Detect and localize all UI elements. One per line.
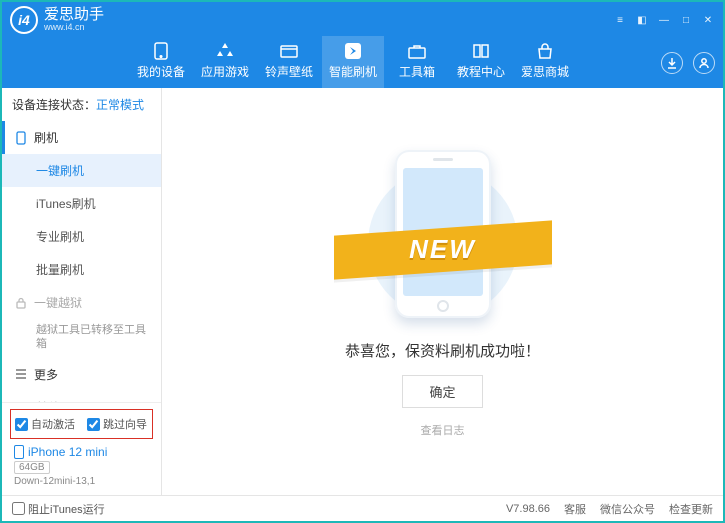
- device-card[interactable]: iPhone 12 mini 64GB Down-12mini-13,1: [10, 439, 153, 489]
- section-flash[interactable]: 刷机: [2, 121, 161, 154]
- jailbreak-note: 越狱工具已转移至工具箱: [2, 319, 161, 358]
- toolbox-icon: [407, 42, 427, 60]
- nav-label: 铃声壁纸: [265, 63, 313, 80]
- minimize-icon[interactable]: —: [657, 13, 671, 27]
- checkbox-input[interactable]: [15, 418, 28, 431]
- sidebar-item-batch-flash[interactable]: 批量刷机: [2, 253, 161, 286]
- phone-icon: [151, 42, 171, 60]
- checkbox-block-itunes[interactable]: 阻止iTunes运行: [12, 501, 105, 517]
- sidebar: 设备连接状态：正常模式 刷机 一键刷机 iTunes刷机 专业刷机 批量刷机 一…: [2, 88, 162, 495]
- nav-label: 爱思商城: [521, 63, 569, 80]
- tab-toolbox[interactable]: 工具箱: [386, 36, 448, 88]
- nav-label: 应用游戏: [201, 63, 249, 80]
- tab-ringtones-wallpapers[interactable]: 铃声壁纸: [258, 36, 320, 88]
- sidebar-item-oneclick-flash[interactable]: 一键刷机: [2, 154, 161, 187]
- phone-illustration: NEW: [368, 146, 518, 326]
- apps-icon: [215, 42, 235, 60]
- flash-icon: [343, 42, 363, 60]
- user-button[interactable]: [693, 52, 715, 74]
- checkbox-label: 跳过向导: [103, 416, 147, 432]
- tab-store[interactable]: 爱思商城: [514, 36, 576, 88]
- body: 设备连接状态：正常模式 刷机 一键刷机 iTunes刷机 专业刷机 批量刷机 一…: [2, 88, 723, 495]
- checkbox-label: 阻止iTunes运行: [28, 501, 105, 517]
- status-value: 正常模式: [96, 98, 144, 112]
- window-controls: ≡ ◧ — □ ✕: [613, 13, 715, 27]
- checkbox-label: 自动激活: [31, 416, 75, 432]
- maximize-icon[interactable]: □: [679, 13, 693, 27]
- update-link[interactable]: 检查更新: [669, 501, 713, 517]
- success-message: 恭喜您，保资料刷机成功啦！: [345, 340, 540, 361]
- store-icon: [535, 42, 555, 60]
- more-icon: [14, 367, 28, 381]
- ok-button[interactable]: 确定: [402, 375, 482, 408]
- success-hero: NEW 恭喜您，保资料刷机成功啦！ 确定 查看日志: [162, 88, 723, 495]
- app-window: i4 爱思助手 www.i4.cn ≡ ◧ — □ ✕ 我的设备: [0, 0, 725, 523]
- footer: 阻止iTunes运行 V7.98.66 客服 微信公众号 检查更新: [2, 495, 723, 521]
- tab-tutorials[interactable]: 教程中心: [450, 36, 512, 88]
- nav-label: 智能刷机: [329, 63, 377, 80]
- checkbox-group: 自动激活 跳过向导: [10, 409, 153, 439]
- tab-my-device[interactable]: 我的设备: [130, 36, 192, 88]
- app-url: www.i4.cn: [44, 23, 104, 33]
- section-label: 刷机: [34, 129, 58, 146]
- ribbon-text: NEW: [409, 234, 476, 265]
- logo-icon: i4: [10, 6, 38, 34]
- connection-status: 设备连接状态：正常模式: [2, 88, 161, 121]
- titlebar: i4 爱思助手 www.i4.cn ≡ ◧ — □ ✕: [2, 2, 723, 34]
- section-more[interactable]: 更多: [2, 358, 161, 391]
- sidebar-bottom: 自动激活 跳过向导 iPhone 12 mini 64GB Down-12min…: [2, 402, 161, 495]
- nav-label: 教程中心: [457, 63, 505, 80]
- tab-smart-flash[interactable]: 智能刷机: [322, 36, 384, 88]
- checkbox-skip-guide[interactable]: 跳过向导: [87, 416, 147, 432]
- section-jailbreak: 一键越狱: [2, 286, 161, 319]
- phone-icon: [14, 445, 24, 459]
- media-icon: [279, 42, 299, 60]
- service-link[interactable]: 客服: [564, 501, 586, 517]
- checkbox-input[interactable]: [87, 418, 100, 431]
- main-panel: NEW 恭喜您，保资料刷机成功啦！ 确定 查看日志: [162, 88, 723, 495]
- phone-icon: [14, 131, 28, 145]
- section-label: 更多: [34, 366, 58, 383]
- device-name: iPhone 12 mini: [28, 445, 107, 459]
- navbar: 我的设备 应用游戏 铃声壁纸 智能刷机 工具箱: [2, 34, 723, 88]
- header: i4 爱思助手 www.i4.cn ≡ ◧ — □ ✕ 我的设备: [2, 2, 723, 88]
- sidebar-item-pro-flash[interactable]: 专业刷机: [2, 220, 161, 253]
- status-label: 设备连接状态：: [12, 98, 96, 112]
- version-label: V7.98.66: [506, 503, 550, 515]
- new-ribbon: NEW: [334, 228, 552, 272]
- tutorials-icon: [471, 42, 491, 60]
- sidebar-item-other-tools[interactable]: 其他工具: [2, 391, 161, 402]
- nav-label: 我的设备: [137, 63, 185, 80]
- lock-icon: [14, 296, 28, 310]
- checkbox-input[interactable]: [12, 502, 25, 515]
- view-log-link[interactable]: 查看日志: [421, 422, 465, 438]
- storage-badge: 64GB: [14, 461, 50, 474]
- sidebar-item-itunes-flash[interactable]: iTunes刷机: [2, 187, 161, 220]
- tab-apps-games[interactable]: 应用游戏: [194, 36, 256, 88]
- nav-label: 工具箱: [399, 63, 435, 80]
- checkbox-auto-activate[interactable]: 自动激活: [15, 416, 75, 432]
- wechat-link[interactable]: 微信公众号: [600, 501, 655, 517]
- menu-icon[interactable]: ≡: [613, 13, 627, 27]
- close-icon[interactable]: ✕: [701, 13, 715, 27]
- download-button[interactable]: [661, 52, 683, 74]
- device-download: Down-12mini-13,1: [14, 476, 149, 487]
- skin-icon[interactable]: ◧: [635, 13, 649, 27]
- nav-tabs: 我的设备 应用游戏 铃声壁纸 智能刷机 工具箱: [130, 36, 576, 88]
- app-name: 爱思助手: [44, 7, 104, 24]
- logo: i4 爱思助手 www.i4.cn: [10, 6, 104, 34]
- section-label: 一键越狱: [34, 294, 82, 311]
